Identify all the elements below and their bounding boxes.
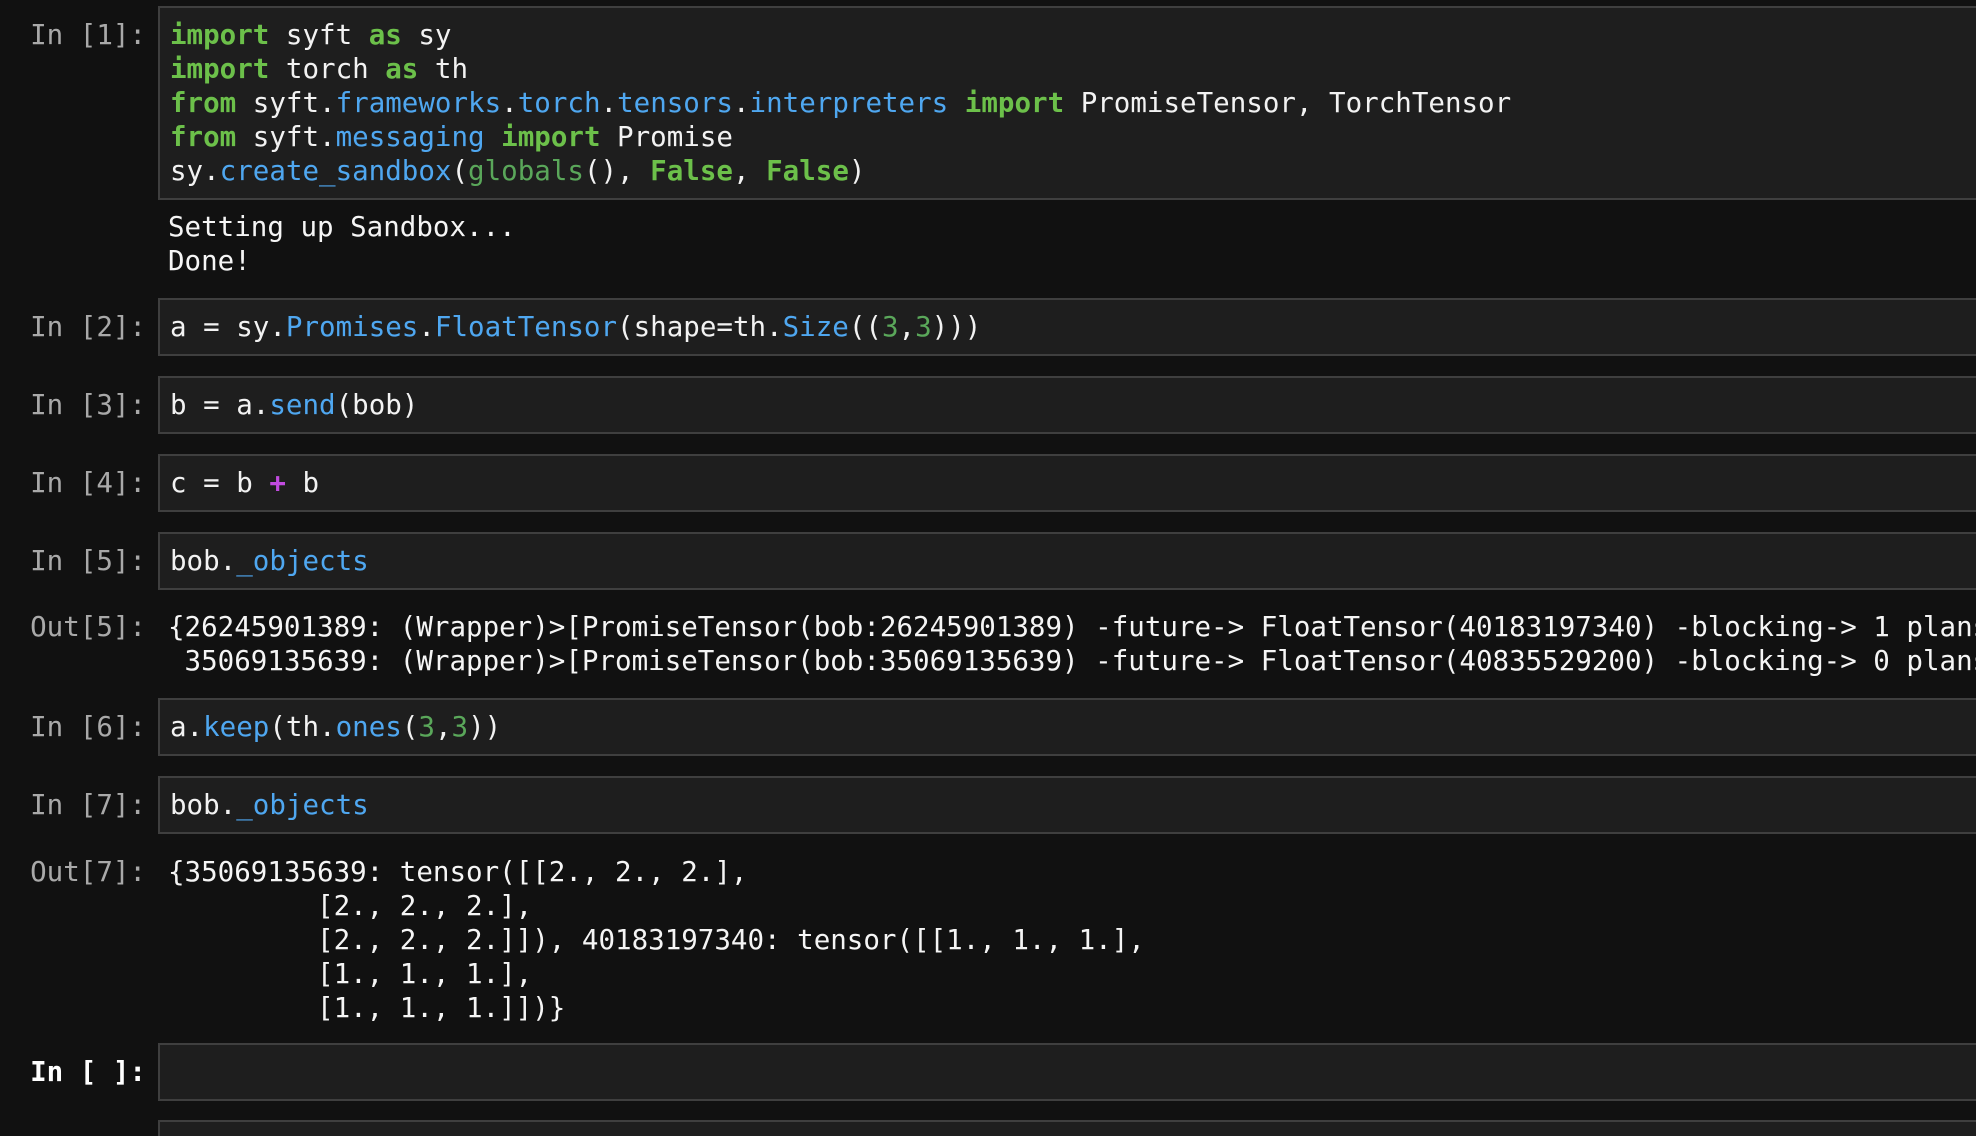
code-token: globals	[468, 155, 584, 187]
code-token: 3	[881, 311, 899, 343]
stream-output: Setting up Sandbox... Done!	[168, 211, 516, 277]
input-prompt: In [7]:	[30, 789, 146, 821]
code-token: ,	[898, 311, 916, 343]
code-token: import	[170, 19, 270, 51]
execute-result: {35069135639: tensor([[2., 2., 2.], [2.,…	[168, 856, 1145, 1024]
code-text[interactable]: import syft as sy import torch as th fro…	[170, 18, 1511, 188]
code-token: b = a.	[170, 389, 270, 421]
code-token: messaging	[335, 121, 485, 153]
code-token: c = b	[170, 467, 270, 499]
code-token: import	[964, 87, 1065, 119]
code-token: (	[401, 711, 419, 743]
code-token: ,	[434, 711, 452, 743]
code-token: import	[170, 53, 270, 85]
code-token: b	[285, 467, 320, 499]
code-editor[interactable]	[158, 532, 1976, 590]
code-token: tensors	[617, 87, 733, 119]
code-token: )	[848, 155, 866, 187]
code-token: a = sy.	[170, 311, 286, 343]
output-prompt: Out[7]:	[30, 856, 146, 888]
code-token: from	[170, 121, 237, 153]
code-editor[interactable]	[158, 1043, 1976, 1101]
code-text[interactable]: bob._objects	[170, 788, 369, 822]
code-token: False	[766, 155, 849, 187]
code-token: (th.	[269, 711, 336, 743]
code-token: _objects	[236, 789, 369, 821]
code-token: torch	[517, 87, 601, 119]
code-token: )))	[931, 311, 982, 343]
code-token: sy.	[170, 155, 220, 187]
code-token: syft.	[236, 121, 336, 153]
output-prompt: Out[5]:	[30, 611, 146, 643]
code-token: .	[600, 87, 618, 119]
code-token: (),	[583, 155, 651, 187]
code-token: .	[418, 311, 435, 343]
code-token: _objects	[236, 545, 369, 577]
code-token: 3	[451, 711, 469, 743]
code-token: Promises	[285, 311, 419, 343]
code-token: import	[501, 121, 601, 153]
code-token: PromiseTensor, TorchTensor	[1064, 87, 1512, 119]
code-token: Promise	[600, 121, 733, 153]
next-code-editor[interactable]	[158, 1120, 1976, 1136]
code-text[interactable]: a = sy.Promises.FloatTensor(shape=th.Siz…	[170, 310, 981, 344]
code-token: as	[368, 19, 402, 51]
code-token: (	[451, 155, 469, 187]
code-token: .	[501, 87, 518, 119]
code-token: (bob)	[335, 389, 419, 421]
code-token: bob.	[170, 545, 237, 577]
code-text[interactable]: c = b + b	[170, 466, 319, 500]
code-text[interactable]: a.keep(th.ones(3,3))	[170, 710, 501, 744]
code-token: +	[269, 467, 286, 499]
input-prompt: In [4]:	[30, 467, 146, 499]
input-prompt: In [2]:	[30, 311, 146, 343]
code-token: .	[732, 87, 750, 119]
input-prompt: In [6]:	[30, 711, 146, 743]
code-token: send	[269, 389, 336, 421]
code-token: Size	[782, 311, 849, 343]
input-prompt: In [5]:	[30, 545, 146, 577]
code-token: ((	[848, 311, 882, 343]
code-token: sy	[401, 19, 452, 51]
code-token: interpreters	[749, 87, 949, 119]
code-token: bob.	[170, 789, 237, 821]
code-token: 3	[418, 711, 435, 743]
code-editor[interactable]	[158, 776, 1976, 834]
code-token: torch	[269, 53, 386, 85]
code-text[interactable]: b = a.send(bob)	[170, 388, 418, 422]
code-token: th	[418, 53, 469, 85]
code-token: False	[650, 155, 733, 187]
input-prompt: In [1]:	[30, 19, 146, 51]
code-token: frameworks	[335, 87, 502, 119]
code-token: FloatTensor	[434, 311, 618, 343]
code-editor[interactable]	[158, 454, 1976, 512]
code-text[interactable]: bob._objects	[170, 544, 369, 578]
execute-result: {26245901389: (Wrapper)>[PromiseTensor(b…	[168, 611, 1976, 677]
code-token: as	[385, 53, 419, 85]
code-token: 3	[915, 311, 932, 343]
code-token: ))	[468, 711, 502, 743]
code-token: ones	[335, 711, 402, 743]
code-token: syft.	[236, 87, 336, 119]
code-token: from	[170, 87, 237, 119]
code-token: ,	[732, 155, 767, 187]
code-token: keep	[203, 711, 270, 743]
code-token: create_sandbox	[219, 155, 452, 187]
code-token: a.	[170, 711, 204, 743]
code-token: (shape=th.	[617, 311, 783, 343]
code-editor[interactable]	[158, 376, 1976, 434]
code-token: syft	[269, 19, 369, 51]
input-prompt: In [ ]:	[30, 1056, 146, 1088]
input-prompt: In [3]:	[30, 389, 146, 421]
